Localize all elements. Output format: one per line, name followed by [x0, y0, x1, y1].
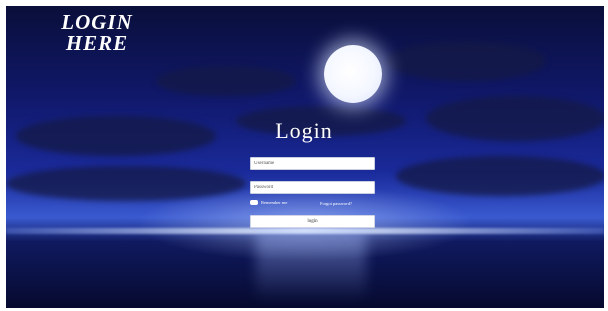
form-title: Login [275, 118, 333, 143]
cloud [396, 156, 604, 196]
login-button[interactable]: login [250, 215, 375, 228]
remember-me[interactable]: Remember me [250, 200, 287, 205]
remember-me-checkbox[interactable] [250, 200, 258, 205]
cloud [426, 96, 604, 141]
username-input[interactable] [250, 157, 375, 170]
cloud [386, 41, 546, 81]
forgot-password-link[interactable]: Forgot password? [320, 201, 352, 206]
moon [324, 45, 382, 103]
brand-title: LOGIN HERE [42, 12, 152, 54]
cloud [16, 116, 216, 156]
brand-line-1: LOGIN [61, 10, 133, 34]
remember-me-label: Remember me [261, 200, 288, 205]
cloud [156, 66, 296, 96]
moon-reflection [256, 232, 366, 302]
brand-line-2: HERE [65, 31, 129, 55]
login-options: Remember me Forgot password? [250, 200, 375, 208]
cloud [6, 166, 246, 201]
password-input[interactable] [250, 181, 375, 194]
